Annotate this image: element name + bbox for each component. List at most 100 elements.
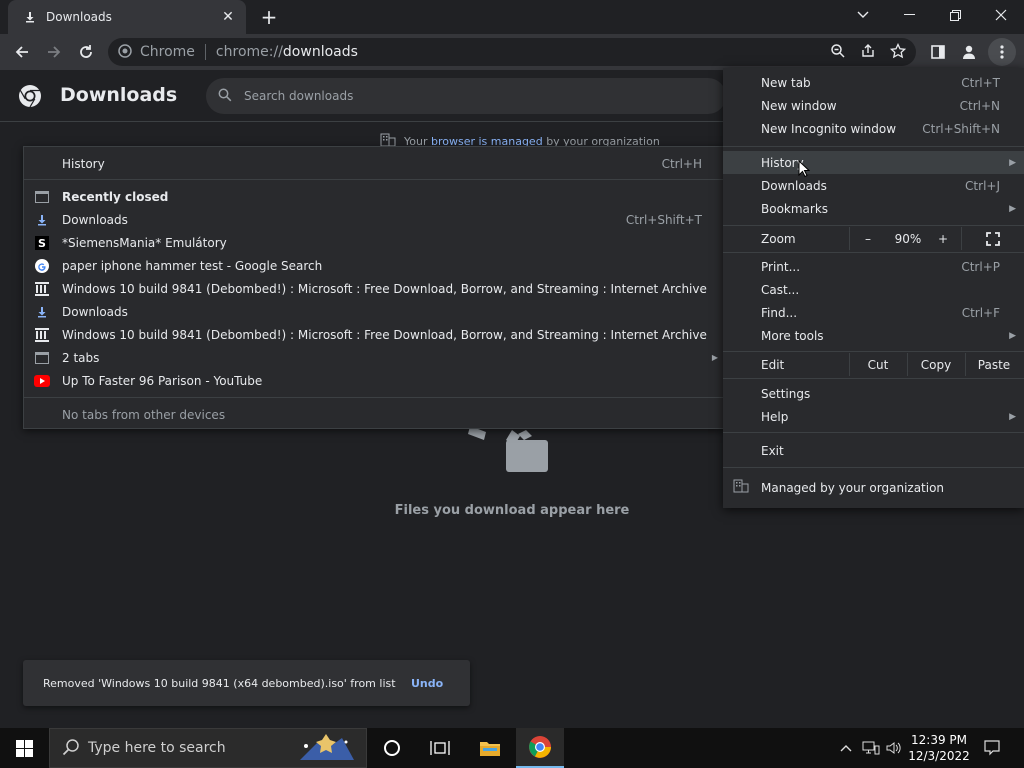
menu-item-new-window[interactable]: New window Ctrl+N bbox=[723, 94, 1024, 117]
list-item[interactable]: paper iphone hammer test - Google Search bbox=[24, 254, 724, 277]
back-button[interactable] bbox=[8, 38, 36, 66]
restore-button[interactable] bbox=[932, 0, 978, 30]
bookmark-star-icon[interactable] bbox=[889, 42, 907, 62]
cortana-icon[interactable] bbox=[368, 728, 416, 768]
notifications-icon[interactable] bbox=[978, 728, 1006, 768]
reload-button[interactable] bbox=[72, 38, 100, 66]
divider bbox=[723, 351, 1024, 352]
omnibox-separator bbox=[204, 44, 206, 60]
snackbar-message: Removed 'Windows 10 build 9841 (x64 debo… bbox=[43, 676, 396, 690]
page-title: Downloads bbox=[60, 84, 178, 106]
list-item[interactable]: Windows 10 build 9841 (Debombed!) : Micr… bbox=[24, 323, 724, 346]
menu-item-exit[interactable]: Exit bbox=[723, 439, 1024, 462]
zoom-icon[interactable] bbox=[830, 43, 846, 62]
download-icon bbox=[34, 304, 50, 320]
window-icon bbox=[34, 350, 50, 366]
removed-snackbar: Removed 'Windows 10 build 9841 (x64 debo… bbox=[23, 660, 470, 706]
menu-item-find[interactable]: Find... Ctrl+F bbox=[723, 301, 1024, 324]
submenu-arrow-icon: ▶ bbox=[1009, 330, 1016, 341]
zoom-level: 90% bbox=[894, 231, 922, 246]
paste-button[interactable]: Paste bbox=[966, 353, 1022, 376]
list-item[interactable]: S *SiemensMania* Emulátory bbox=[24, 231, 724, 254]
history-submenu: History Ctrl+H Recently closed Downloads… bbox=[23, 146, 725, 429]
copy-button[interactable]: Copy bbox=[908, 353, 964, 376]
search-highlight-icon bbox=[294, 732, 358, 768]
list-item[interactable]: Up To Faster 96 Parison - YouTube bbox=[24, 369, 724, 392]
divider bbox=[24, 397, 724, 398]
windows-start-icon[interactable] bbox=[0, 728, 48, 768]
divider bbox=[723, 252, 1024, 253]
menu-item-incognito[interactable]: New Incognito window Ctrl+Shift+N bbox=[723, 117, 1024, 140]
minimize-button[interactable] bbox=[886, 0, 932, 30]
file-explorer-icon[interactable] bbox=[466, 728, 514, 768]
no-devices-text: No tabs from other devices bbox=[62, 407, 226, 422]
clock-time: 12:39 PM bbox=[911, 733, 967, 747]
close-tab-icon[interactable]: ✕ bbox=[220, 9, 236, 25]
url-scheme: chrome:// bbox=[215, 44, 283, 60]
menu-kebab-icon[interactable] bbox=[988, 38, 1016, 66]
menu-item-help[interactable]: Help ▶ bbox=[723, 405, 1024, 428]
archive-favicon bbox=[34, 327, 50, 343]
site-label: Chrome bbox=[140, 44, 195, 60]
recently-closed-header: Recently closed bbox=[24, 185, 724, 208]
zoom-out-button[interactable]: – bbox=[853, 227, 883, 250]
search-icon bbox=[218, 88, 232, 105]
youtube-favicon bbox=[34, 373, 50, 389]
fullscreen-icon[interactable] bbox=[978, 227, 1008, 250]
tray-chevron-icon[interactable] bbox=[836, 728, 856, 768]
list-item[interactable]: 2 tabs ▶ bbox=[24, 346, 724, 369]
cut-button[interactable]: Cut bbox=[850, 353, 906, 376]
search-input[interactable] bbox=[244, 89, 644, 103]
tab-search-icon[interactable] bbox=[840, 0, 886, 30]
divider bbox=[24, 179, 724, 180]
volume-icon[interactable] bbox=[884, 728, 904, 768]
menu-item-managed[interactable]: Managed by your organization bbox=[723, 476, 1024, 499]
chrome-logo-icon bbox=[18, 84, 42, 108]
divider bbox=[723, 146, 1024, 147]
list-item[interactable]: Downloads bbox=[24, 300, 724, 323]
list-item[interactable]: Windows 10 build 9841 (Debombed!) : Micr… bbox=[24, 277, 724, 300]
submenu-arrow-icon: ▶ bbox=[1009, 203, 1016, 214]
zoom-in-button[interactable]: + bbox=[928, 227, 958, 250]
url-path: downloads bbox=[282, 44, 358, 60]
menu-item-print[interactable]: Print... Ctrl+P bbox=[723, 255, 1024, 278]
download-icon bbox=[34, 212, 50, 228]
task-view-icon[interactable] bbox=[416, 728, 464, 768]
omnibox[interactable]: Chrome chrome:// downloads bbox=[108, 38, 916, 66]
tab-downloads[interactable]: Downloads ✕ bbox=[8, 0, 246, 34]
divider bbox=[723, 378, 1024, 379]
divider bbox=[723, 432, 1024, 433]
windows-taskbar: Type here to search 12:39 PM 12/3/2022 bbox=[0, 728, 1024, 768]
search-icon bbox=[62, 738, 80, 759]
taskbar-clock[interactable]: 12:39 PM 12/3/2022 bbox=[904, 732, 974, 764]
submenu-arrow-icon: ▶ bbox=[1009, 157, 1016, 168]
share-icon[interactable] bbox=[860, 43, 876, 62]
close-window-button[interactable] bbox=[978, 0, 1024, 30]
profile-icon[interactable] bbox=[955, 38, 983, 66]
list-item[interactable]: Downloads Ctrl+Shift+T bbox=[24, 208, 724, 231]
google-favicon bbox=[34, 258, 50, 274]
chrome-main-menu: New tab Ctrl+T New window Ctrl+N New Incog… bbox=[723, 68, 1024, 508]
menu-item-history[interactable]: History ▶ bbox=[723, 151, 1024, 178]
menu-item-new-tab[interactable]: New tab Ctrl+T bbox=[723, 71, 1024, 94]
menu-item-more-tools[interactable]: More tools ▶ bbox=[723, 324, 1024, 347]
network-icon[interactable] bbox=[860, 728, 882, 768]
toolbar: Chrome chrome:// downloads bbox=[0, 34, 1024, 70]
menu-item-bookmarks[interactable]: Bookmarks ▶ bbox=[723, 197, 1024, 220]
forward-button[interactable] bbox=[40, 38, 68, 66]
undo-button[interactable]: Undo bbox=[411, 677, 443, 690]
new-tab-button[interactable]: + bbox=[258, 5, 280, 29]
search-box[interactable] bbox=[206, 78, 726, 114]
chrome-taskbar-icon[interactable] bbox=[516, 728, 564, 768]
download-icon bbox=[22, 9, 38, 25]
history-header-item[interactable]: History Ctrl+H bbox=[24, 152, 724, 175]
menu-item-downloads[interactable]: Downloads Ctrl+J bbox=[723, 174, 1024, 197]
menu-item-cast[interactable]: Cast... bbox=[723, 278, 1024, 301]
menu-item-settings[interactable]: Settings bbox=[723, 382, 1024, 405]
side-panel-icon[interactable] bbox=[924, 38, 952, 66]
clock-date: 12/3/2022 bbox=[908, 749, 970, 763]
tab-title: Downloads bbox=[46, 10, 112, 24]
submenu-arrow-icon: ▶ bbox=[711, 353, 718, 362]
taskbar-search-box[interactable]: Type here to search bbox=[49, 728, 367, 768]
svg-text:S: S bbox=[38, 237, 46, 250]
